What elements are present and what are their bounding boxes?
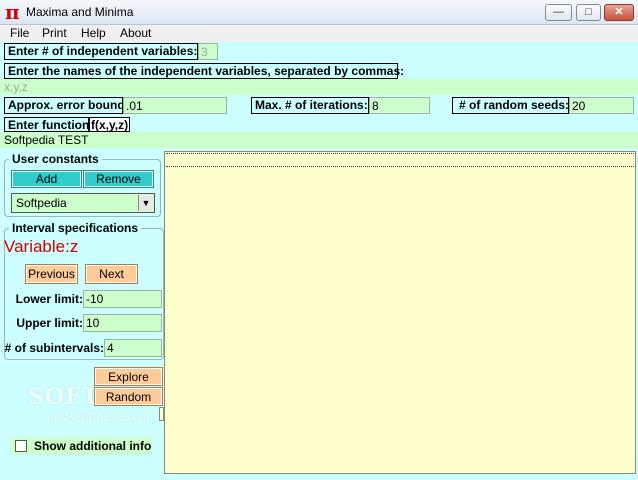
maximize-button[interactable]: □ bbox=[576, 4, 601, 21]
subintervals-label: # of subintervals: bbox=[4, 341, 104, 355]
variable-label: Variable:z bbox=[4, 237, 78, 257]
constants-selected-value: Softpedia bbox=[16, 196, 67, 210]
user-constants-title: User constants bbox=[9, 152, 102, 166]
window-title: Maxima and Minima bbox=[26, 5, 134, 19]
function-signature: f(x,y,z) bbox=[89, 117, 130, 132]
var-names-input[interactable]: x,y,z bbox=[0, 79, 638, 95]
menu-about[interactable]: About bbox=[120, 25, 151, 42]
explore-button[interactable]: Explore bbox=[94, 367, 163, 386]
error-bound-input[interactable]: .01 bbox=[123, 97, 227, 114]
menu-print[interactable]: Print bbox=[42, 25, 67, 42]
menu-bar: File Print Help About bbox=[0, 25, 638, 42]
minimize-button[interactable]: — bbox=[545, 4, 572, 21]
variable-label-text: Variable: bbox=[4, 237, 70, 256]
maximize-icon: □ bbox=[585, 6, 592, 18]
random-button[interactable]: Random bbox=[94, 387, 163, 406]
softpedia-watermark-url: www.softpedia.com bbox=[50, 412, 149, 423]
subintervals-input[interactable]: 4 bbox=[104, 339, 162, 357]
num-vars-input[interactable]: 3 bbox=[198, 43, 218, 60]
var-names-label: Enter the names of the independent varia… bbox=[4, 63, 404, 79]
previous-button[interactable]: Previous bbox=[25, 264, 78, 284]
upper-limit-label: Upper limit: bbox=[16, 316, 83, 330]
random-seeds-input[interactable]: 20 bbox=[569, 97, 634, 114]
function-input[interactable]: Softpedia TEST bbox=[0, 132, 638, 148]
show-info-option[interactable]: Show additional info bbox=[10, 437, 152, 455]
lower-limit-input[interactable]: -10 bbox=[83, 290, 162, 308]
chevron-down-icon[interactable]: ▼ bbox=[138, 195, 153, 211]
output-area[interactable] bbox=[164, 151, 636, 474]
menu-help[interactable]: Help bbox=[81, 25, 106, 42]
interval-specifications-title: Interval specifications bbox=[9, 221, 142, 235]
menu-file[interactable]: File bbox=[10, 25, 29, 42]
max-iterations-label: Max. # of iterations: bbox=[251, 97, 369, 114]
constants-dropdown[interactable]: Softpedia ▼ bbox=[11, 193, 155, 213]
lower-limit-label: Lower limit: bbox=[15, 292, 83, 306]
minimize-icon: — bbox=[553, 6, 564, 18]
output-header-line bbox=[166, 153, 634, 167]
close-button[interactable]: ✕ bbox=[604, 4, 634, 21]
add-constant-button[interactable]: Add bbox=[11, 170, 82, 188]
close-icon: ✕ bbox=[614, 6, 624, 18]
remove-constant-button[interactable]: Remove bbox=[83, 170, 154, 188]
upper-limit-input[interactable]: 10 bbox=[83, 314, 162, 332]
max-iterations-input[interactable]: 8 bbox=[369, 97, 430, 114]
title-bar: π Maxima and Minima — □ ✕ bbox=[0, 0, 638, 25]
num-vars-label: Enter # of independent variables: bbox=[4, 43, 198, 60]
error-bound-label: Approx. error bound: bbox=[4, 97, 129, 114]
variable-value: z bbox=[69, 237, 79, 256]
show-info-checkbox[interactable] bbox=[15, 440, 27, 452]
pi-icon: π bbox=[5, 0, 20, 24]
random-seeds-label: # of random seeds: bbox=[452, 97, 569, 114]
show-info-label: Show additional info bbox=[34, 439, 152, 453]
function-label: Enter function: bbox=[4, 117, 93, 132]
next-button[interactable]: Next bbox=[85, 264, 138, 284]
